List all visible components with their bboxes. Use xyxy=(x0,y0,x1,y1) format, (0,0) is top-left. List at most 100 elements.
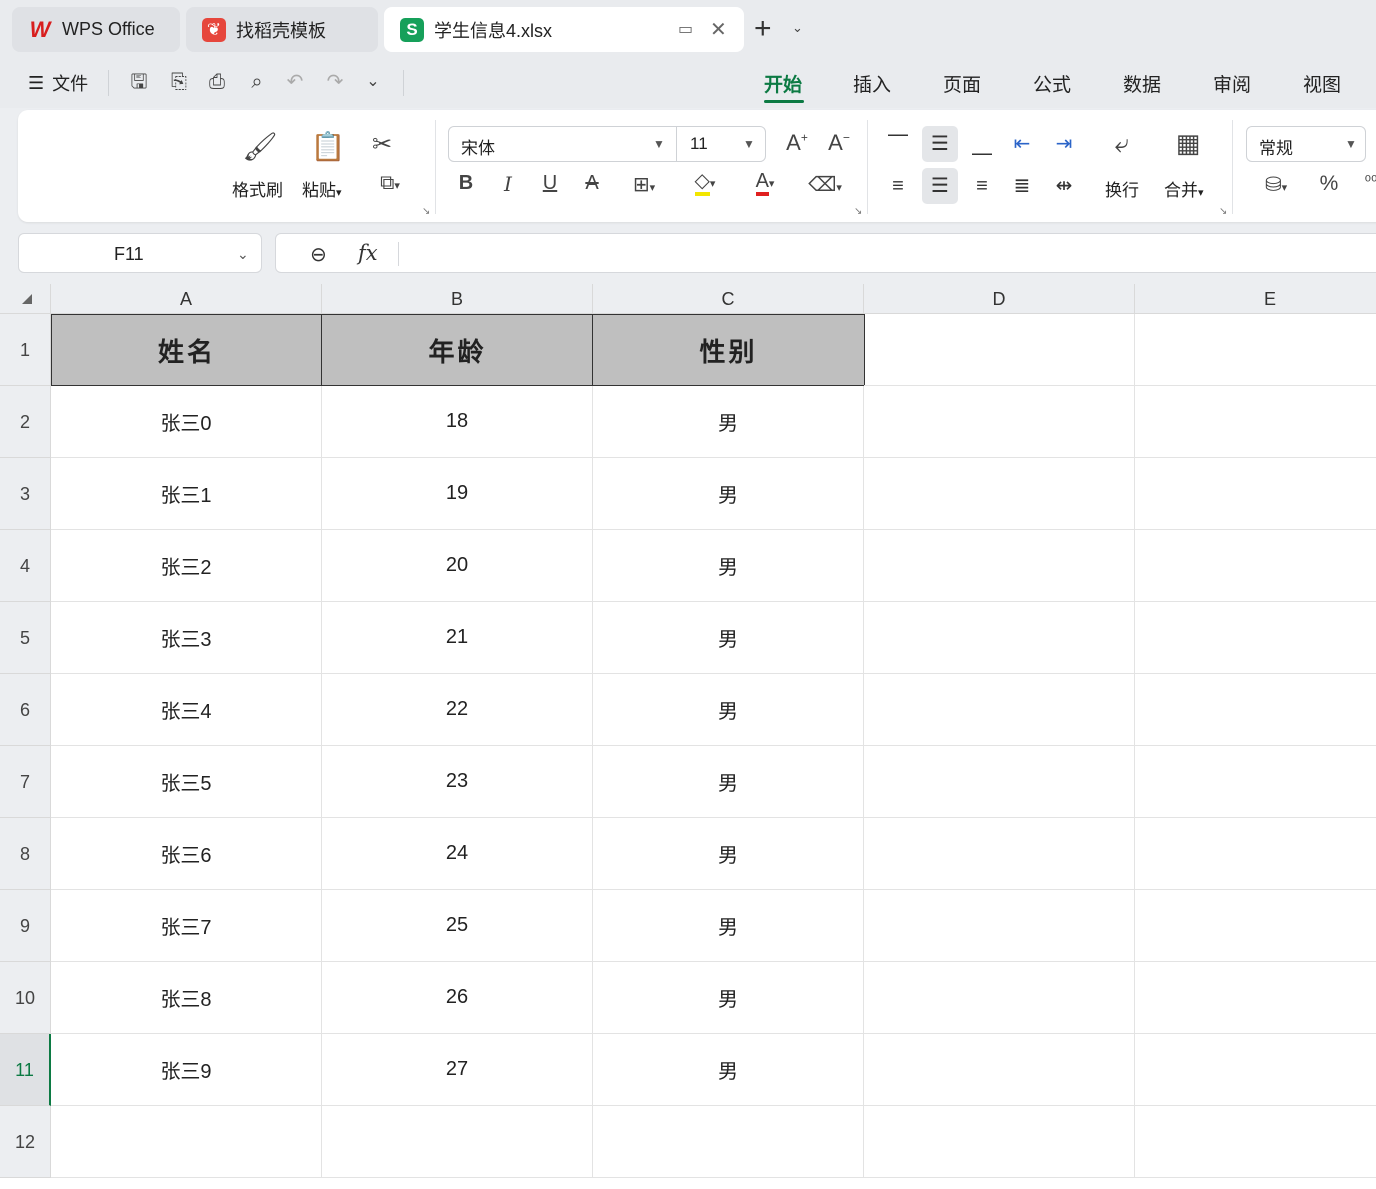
cell[interactable] xyxy=(1135,746,1376,818)
cell[interactable]: 张三2 xyxy=(51,530,322,602)
copy-icon[interactable]: ⧉▾ xyxy=(368,172,412,195)
cell[interactable] xyxy=(1135,602,1376,674)
eraser-icon[interactable]: ⌫▾ xyxy=(802,172,848,197)
column-header-a[interactable]: A xyxy=(51,284,322,314)
row-header[interactable]: 5 xyxy=(0,602,51,674)
percent-icon[interactable]: % xyxy=(1314,172,1344,196)
column-header-c[interactable]: C xyxy=(593,284,864,314)
export-icon[interactable]: ⎘ xyxy=(166,69,192,95)
merge-cells-button[interactable]: 合并▾ xyxy=(1164,176,1204,201)
cell[interactable]: 张三9 xyxy=(51,1034,322,1106)
format-painter-icon[interactable]: 🖌 xyxy=(240,130,280,163)
number-format-select[interactable]: 常规 ▼ xyxy=(1246,126,1366,162)
close-icon[interactable]: ✕ xyxy=(710,17,727,42)
underline-icon[interactable]: U xyxy=(536,172,564,195)
zoom-search-icon[interactable]: ⊖ xyxy=(310,242,327,267)
tab-view[interactable]: 视图 xyxy=(1303,70,1341,97)
chevron-down-icon[interactable]: ⌄ xyxy=(360,69,386,95)
cell[interactable] xyxy=(1135,386,1376,458)
currency-icon[interactable]: ⛁▾ xyxy=(1254,172,1298,197)
row-header[interactable]: 9 xyxy=(0,890,51,962)
justify-icon[interactable]: ≣ xyxy=(1004,168,1040,204)
cell[interactable]: 张三8 xyxy=(51,962,322,1034)
cell[interactable]: 张三5 xyxy=(51,746,322,818)
clipboard-launcher-icon[interactable]: ↘ xyxy=(422,206,430,217)
cell[interactable]: 张三0 xyxy=(51,386,322,458)
cell[interactable] xyxy=(1135,1106,1376,1178)
cell[interactable] xyxy=(864,1106,1135,1178)
cut-icon[interactable]: ✂ xyxy=(366,130,398,159)
row-header[interactable]: 8 xyxy=(0,818,51,890)
tab-formulas[interactable]: 公式 xyxy=(1033,70,1071,97)
tab-page[interactable]: 页面 xyxy=(943,70,981,97)
cell[interactable]: 22 xyxy=(322,674,593,746)
column-header-e[interactable]: E xyxy=(1135,284,1376,314)
column-header-d[interactable]: D xyxy=(864,284,1135,314)
row-header[interactable]: 12 xyxy=(0,1106,51,1178)
cell[interactable]: 男 xyxy=(593,458,864,530)
row-header[interactable]: 4 xyxy=(0,530,51,602)
file-menu-button[interactable]: ☰ 文件 xyxy=(28,70,88,96)
tab-daoke-templates[interactable]: ❦ 找稻壳模板 xyxy=(186,7,378,52)
cell[interactable]: 26 xyxy=(322,962,593,1034)
align-left-icon[interactable]: ≡ xyxy=(880,168,916,204)
increase-indent-icon[interactable]: ⇥ xyxy=(1046,126,1082,162)
name-box[interactable]: F11 ⌄ xyxy=(18,233,262,273)
tab-review[interactable]: 审阅 xyxy=(1213,70,1251,97)
cell[interactable]: 男 xyxy=(593,746,864,818)
cell[interactable] xyxy=(864,314,1135,386)
paste-icon[interactable]: 📋 xyxy=(308,130,348,163)
cell[interactable]: 男 xyxy=(593,386,864,458)
wrap-text-icon[interactable]: ⤶ xyxy=(1104,128,1140,160)
format-painter-label[interactable]: 格式刷 xyxy=(232,176,283,201)
cell[interactable]: 19 xyxy=(322,458,593,530)
cell[interactable]: 张三7 xyxy=(51,890,322,962)
print-icon[interactable]: ⎙ xyxy=(204,69,230,95)
cell[interactable]: 24 xyxy=(322,818,593,890)
alignment-launcher-icon[interactable]: ↘ xyxy=(1219,206,1227,217)
tab-student-info-xlsx[interactable]: S 学生信息4.xlsx ▭ ✕ xyxy=(384,7,744,52)
align-bottom-icon[interactable]: ⎽ xyxy=(964,126,1000,162)
font-size-value[interactable]: 11 xyxy=(690,134,708,154)
borders-icon[interactable]: ⊞▾ xyxy=(622,172,666,197)
row-header[interactable]: 7 xyxy=(0,746,51,818)
strikethrough-icon[interactable]: A xyxy=(578,172,606,195)
cell[interactable] xyxy=(1135,1034,1376,1106)
cell[interactable] xyxy=(864,530,1135,602)
fx-icon[interactable]: fx xyxy=(358,241,378,265)
tab-wps-office[interactable]: W WPS Office xyxy=(12,7,180,52)
cell[interactable] xyxy=(1135,890,1376,962)
cell[interactable]: 20 xyxy=(322,530,593,602)
align-center-icon[interactable]: ☰ xyxy=(922,168,958,204)
cell[interactable] xyxy=(322,1106,593,1178)
cell[interactable]: 男 xyxy=(593,530,864,602)
new-tab-button[interactable]: + xyxy=(754,14,772,44)
row-header[interactable]: 10 xyxy=(0,962,51,1034)
align-right-icon[interactable]: ≡ xyxy=(964,168,1000,204)
cell[interactable] xyxy=(1135,314,1376,386)
italic-icon[interactable]: I xyxy=(494,172,522,196)
cell[interactable]: 张三3 xyxy=(51,602,322,674)
cell[interactable] xyxy=(1135,530,1376,602)
cell[interactable] xyxy=(864,386,1135,458)
cell[interactable] xyxy=(593,1106,864,1178)
cell[interactable]: 男 xyxy=(593,818,864,890)
chevron-down-icon[interactable]: ▼ xyxy=(743,137,755,151)
wrap-text-label[interactable]: 换行 xyxy=(1105,176,1139,201)
tab-data[interactable]: 数据 xyxy=(1123,70,1161,97)
cell[interactable]: 男 xyxy=(593,1034,864,1106)
cell[interactable] xyxy=(1135,962,1376,1034)
row-header[interactable]: 3 xyxy=(0,458,51,530)
cell[interactable] xyxy=(1135,458,1376,530)
font-selector[interactable]: 宋体 ▼ 11 ▼ xyxy=(448,126,766,162)
cell[interactable] xyxy=(864,746,1135,818)
increase-font-icon[interactable]: A+ xyxy=(782,130,812,156)
fill-color-icon[interactable]: ◇▾ xyxy=(682,170,728,196)
column-header-b[interactable]: B xyxy=(322,284,593,314)
cell[interactable]: 男 xyxy=(593,962,864,1034)
chevron-down-icon[interactable]: ▼ xyxy=(653,137,665,151)
undo-icon[interactable]: ↶ xyxy=(282,69,308,95)
cell[interactable]: 男 xyxy=(593,890,864,962)
cell[interactable] xyxy=(864,1034,1135,1106)
redo-icon[interactable]: ↷ xyxy=(322,69,348,95)
